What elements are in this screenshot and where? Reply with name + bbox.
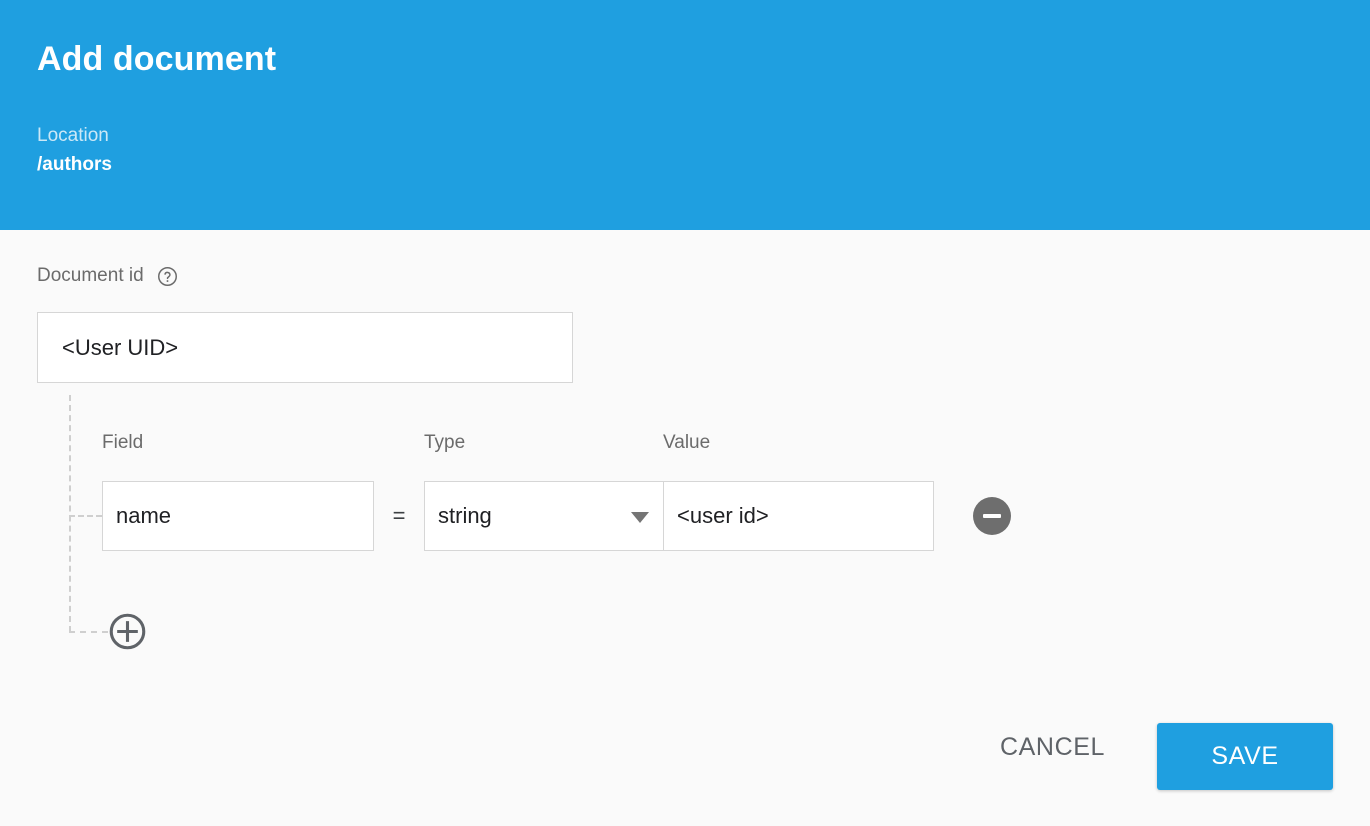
tree-connector-vertical: [69, 395, 71, 632]
add-field-button[interactable]: [108, 612, 147, 651]
dialog-header: Add document Location /authors: [0, 0, 1370, 230]
equals-sign: =: [392, 503, 406, 528]
tree-connector-add-branch: [69, 631, 108, 633]
chevron-down-icon: [631, 512, 649, 523]
column-header-type: Type: [424, 432, 466, 453]
minus-circle-icon: [983, 514, 1001, 518]
help-circle-icon[interactable]: [157, 266, 178, 287]
tree-connector-row-branch: [69, 515, 102, 517]
plus-circle-icon: [109, 613, 146, 650]
save-button[interactable]: SAVE: [1157, 723, 1333, 790]
field-name-input[interactable]: [102, 481, 374, 551]
document-id-label-row: Document id: [37, 265, 178, 287]
remove-field-button[interactable]: [973, 497, 1011, 535]
document-id-input[interactable]: [37, 312, 573, 383]
field-row: = string: [102, 481, 1011, 551]
location-path: /authors: [37, 154, 112, 175]
column-header-field: Field: [102, 432, 144, 453]
field-value-input[interactable]: [663, 481, 934, 551]
cancel-button[interactable]: CANCEL: [1000, 733, 1105, 762]
field-type-select[interactable]: string: [424, 481, 663, 551]
document-id-label: Document id: [37, 265, 144, 286]
location-label: Location: [37, 125, 109, 146]
column-header-value: Value: [663, 432, 711, 453]
page-title: Add document: [37, 40, 277, 78]
field-type-value: string: [438, 503, 492, 528]
